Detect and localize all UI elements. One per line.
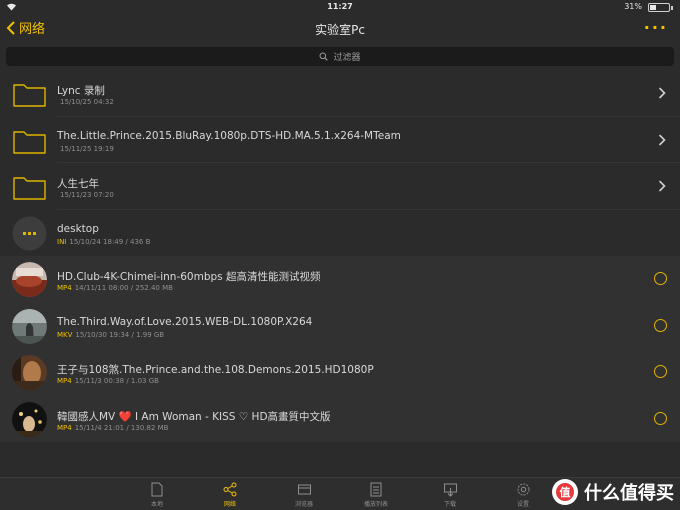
file-type-tag: MKV [57,330,73,339]
item-meta: MP4 15/11/4 21:01 / 130.82 MB [57,424,168,432]
page-title: 实验室Pc [315,23,365,37]
tab-local[interactable]: 本地 [137,482,177,508]
tab-browser[interactable]: 浏览器 [284,482,324,508]
filter-placeholder: 过滤器 [333,53,361,63]
tab-playlist[interactable]: 播放列表 [356,482,396,508]
status-bar: 11:27 31% [0,0,680,14]
item-title: The.Third.Way.of.Love.2015.WEB-DL.1080P.… [57,315,313,328]
battery-percent: 31% [624,2,642,11]
select-radio[interactable] [654,411,667,425]
svg-text:值: 值 [560,485,571,499]
item-title: The.Little.Prince.2015.BluRay.1080p.DTS-… [57,129,401,142]
item-meta: MP4 15/11/3 00:38 / 1.03 GB [57,377,159,385]
share-icon [223,482,237,497]
more-button[interactable]: ··· [644,18,668,37]
list-item[interactable]: The.Third.Way.of.Love.2015.WEB-DL.1080P.… [0,302,680,349]
video-thumbnail [12,401,47,437]
item-date-size: 15/10/30 19:34 / 1.99 GB [75,330,165,339]
video-thumbnail [12,355,47,390]
tab-label: 设置 [516,501,529,508]
select-radio[interactable] [654,272,667,285]
item-date-size: 15/11/3 00:38 / 1.03 GB [74,377,159,385]
item-date-size: 14/11/11 08:00 / 252.40 MB [74,284,173,292]
watermark: 值 什么值得买 [552,478,674,506]
list-item[interactable]: desktop INI 15/10/24 18:49 / 436 B [0,210,680,257]
folder-icon [13,130,46,154]
list-item[interactable]: 人生七年 15/11/23 07:20 [0,163,680,210]
list-item[interactable]: Lync 录制 15/10/25 04:32 [0,70,680,117]
status-time: 11:27 [327,2,353,11]
file-icon [12,216,47,250]
file-type-tag: MP4 [57,377,72,385]
watermark-logo: 值 [552,479,578,505]
file-type-tag: MP4 [57,423,72,432]
chevron-right-icon [659,134,666,145]
gear-icon [517,483,529,496]
file-icon [151,482,163,497]
item-meta: INI 15/10/24 18:49 / 436 B [57,238,150,246]
item-title: HD.Club-4K-Chimei-inn-60mbps 超高清性能测试视频 [57,271,321,283]
tab-download[interactable]: 下载 [430,482,470,508]
chevron-right-icon [659,180,666,192]
item-meta: 15/10/25 04:32 [57,98,114,106]
item-title: 王子与108煞.The.Prince.and.the.108.Demons.20… [57,364,374,376]
folder-icon [13,177,46,200]
item-date-size: 15/10/25 04:32 [60,98,114,106]
chevron-left-icon [6,21,15,34]
tab-settings[interactable]: 设置 [503,482,543,508]
folder-icon [13,84,46,107]
browser-icon [297,484,311,495]
navigation-bar: 网络 实验室Pc ··· [0,14,680,44]
filter-search-field[interactable]: 过滤器 [6,47,674,66]
item-title: 人生七年 [57,178,99,190]
file-type-tag: MP4 [57,284,72,292]
search-icon [319,52,329,61]
list-item[interactable]: HD.Club-4K-Chimei-inn-60mbps 超高清性能测试视频 M… [0,256,680,303]
select-radio[interactable] [654,318,667,332]
item-meta: MKV 15/10/30 19:34 / 1.99 GB [57,331,164,339]
item-date-size: 15/11/4 21:01 / 130.82 MB [74,423,169,432]
file-list: Lync 录制 15/10/25 04:32 The.Little.Prince… [0,70,680,442]
item-meta: MP4 14/11/11 08:00 / 252.40 MB [57,284,173,292]
select-radio[interactable] [654,365,667,378]
back-button[interactable]: 网络 [6,18,45,37]
download-icon [443,483,457,497]
tab-label: 网络 [223,501,236,508]
battery-icon [648,3,673,12]
video-thumbnail [12,262,47,297]
video-thumbnail [12,308,47,344]
chevron-right-icon [659,87,666,99]
tab-label: 下载 [443,501,456,508]
tab-label: 浏览器 [294,501,313,508]
list-item[interactable]: 韓國感人MV ❤️ I Am Woman - KISS ♡ HD高畫質中文版 M… [0,395,680,442]
file-type-tag: INI [57,237,67,246]
item-meta: 15/11/25 19:19 [57,145,114,153]
watermark-text: 什么值得买 [584,483,674,504]
item-date-size: 15/10/24 18:49 / 436 B [69,237,151,246]
item-date-size: 15/11/25 19:19 [60,144,114,153]
tab-label: 播放列表 [363,501,388,508]
tab-network[interactable]: 网络 [210,482,250,508]
item-title: desktop [57,222,99,235]
back-label: 网络 [19,22,46,37]
item-meta: 15/11/23 07:20 [57,191,114,199]
playlist-icon [370,482,382,497]
tab-label: 本地 [150,501,163,508]
item-title: 韓國感人MV ❤️ I Am Woman - KISS ♡ HD高畫質中文版 [57,410,331,423]
item-date-size: 15/11/23 07:20 [60,191,114,199]
item-title: Lync 录制 [57,85,105,97]
list-item[interactable]: The.Little.Prince.2015.BluRay.1080p.DTS-… [0,117,680,163]
list-item[interactable]: 王子与108煞.The.Prince.and.the.108.Demons.20… [0,349,680,396]
